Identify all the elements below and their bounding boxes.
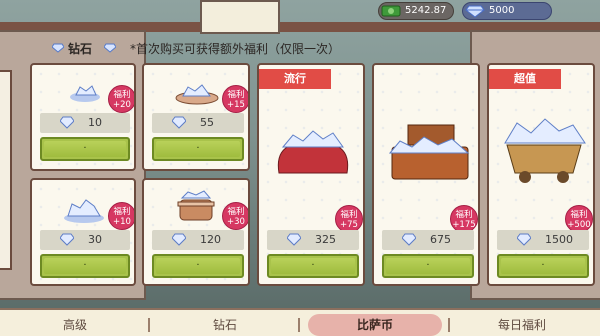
bonus-badge: 福利 +175 xyxy=(450,205,478,233)
tab-premium[interactable]: 高级 xyxy=(20,314,130,336)
bonus-badge: 福利 +30 xyxy=(222,202,248,230)
gem-pack-card[interactable]: 福利 +20 10 · xyxy=(30,63,136,171)
price-value: 10 xyxy=(88,116,102,129)
bonus-amount: +20 xyxy=(113,100,131,110)
popular-ribbon: 流行 xyxy=(259,69,331,89)
diamond-icon xyxy=(465,5,485,18)
diamond-icon xyxy=(52,43,64,53)
section-title: 钻石 xyxy=(68,42,93,56)
bonus-label: 福利 xyxy=(227,207,245,217)
bonus-badge: 福利 +75 xyxy=(335,205,363,233)
gem-pack-card[interactable]: 福利 +10 30 · xyxy=(30,178,136,286)
diamond-icon xyxy=(104,43,116,53)
bonus-badge: 福利 +15 xyxy=(222,85,248,113)
bonus-label: 福利 xyxy=(227,90,245,100)
buy-button-label: · xyxy=(541,260,545,271)
buy-button-label: · xyxy=(196,260,200,271)
shop-tab-bar: 高级 钻石 比萨币 每日福利 xyxy=(0,308,600,336)
tab-diamonds[interactable]: 钻石 xyxy=(170,314,280,336)
gem-pack-card[interactable]: 流行 福利 +75 325 · xyxy=(257,63,365,286)
buy-button[interactable]: · xyxy=(40,137,130,161)
price-value: 55 xyxy=(200,116,214,129)
gem-cluster-icon xyxy=(64,199,104,223)
diamond-icon xyxy=(287,233,301,246)
price-bar: 55 xyxy=(152,113,244,133)
background-window xyxy=(200,0,280,34)
gem-pack-card[interactable]: 福利 +15 55 · xyxy=(142,63,250,171)
first-purchase-note: *首次购买可获得额外福利（仅限一次） xyxy=(130,42,341,56)
price-bar: 1500 xyxy=(497,230,589,250)
bonus-label: 福利 xyxy=(113,207,131,217)
buy-button[interactable]: · xyxy=(497,254,589,278)
price-value: 120 xyxy=(200,233,221,246)
price-value: 30 xyxy=(88,233,102,246)
buy-button-label: · xyxy=(426,260,430,271)
diamond-icon xyxy=(60,233,74,246)
bonus-badge: 福利 +20 xyxy=(108,85,134,113)
diamond-icon xyxy=(402,233,416,246)
section-banner: 钻石 *首次购买可获得额外福利（仅限一次） xyxy=(0,36,600,60)
price-bar: 325 xyxy=(267,230,359,250)
bonus-label: 福利 xyxy=(570,210,588,220)
tab-pizza-coins[interactable]: 比萨币 xyxy=(308,314,442,336)
bonus-label: 福利 xyxy=(340,210,358,220)
gem-mine-cart-icon xyxy=(504,118,586,183)
bonus-amount: +10 xyxy=(113,217,131,227)
buy-button-label: · xyxy=(83,260,87,271)
price-bar: 30 xyxy=(40,230,130,250)
price-bar: 675 xyxy=(382,230,474,250)
bonus-label: 福利 xyxy=(113,90,131,100)
coin-counter: 5242.87 xyxy=(378,2,454,20)
diamond-icon xyxy=(172,116,186,129)
price-bar: 10 xyxy=(40,113,130,133)
gem-amount: 5000 xyxy=(489,5,515,16)
tab-divider xyxy=(298,318,300,332)
best-value-ribbon: 超值 xyxy=(489,69,561,89)
gem-pack-card[interactable]: 福利 +175 675 · xyxy=(372,63,480,286)
coin-amount: 5242.87 xyxy=(405,5,447,16)
price-value: 1500 xyxy=(545,233,573,246)
price-bar: 120 xyxy=(152,230,244,250)
diamond-icon xyxy=(60,116,74,129)
buy-button-label: · xyxy=(311,260,315,271)
buy-button[interactable]: · xyxy=(267,254,359,278)
small-gem-pile-icon xyxy=(70,85,100,102)
diamond-icon xyxy=(172,233,186,246)
buy-button[interactable]: · xyxy=(40,254,130,278)
gem-pack-card[interactable]: 超值 福利 +500 1500 · xyxy=(487,63,595,286)
price-value: 675 xyxy=(430,233,451,246)
cash-icon xyxy=(381,5,401,17)
bonus-amount: +15 xyxy=(227,100,245,110)
price-value: 325 xyxy=(315,233,336,246)
bonus-badge: 福利 +500 xyxy=(565,205,593,233)
tab-divider xyxy=(148,318,150,332)
bonus-amount: +500 xyxy=(567,220,591,230)
gem-sack-icon xyxy=(277,130,349,174)
buy-button[interactable]: · xyxy=(382,254,474,278)
buy-button-label: · xyxy=(196,143,200,154)
gem-suitcase-icon xyxy=(388,124,470,180)
gem-pack-card[interactable]: 福利 +30 120 · xyxy=(142,178,250,286)
bonus-badge: 福利 +10 xyxy=(108,202,134,230)
buy-button-label: · xyxy=(83,143,87,154)
gem-bucket-icon xyxy=(177,190,215,221)
previous-page-card-edge xyxy=(0,70,12,270)
bonus-amount: +175 xyxy=(452,220,476,230)
tab-divider xyxy=(448,318,450,332)
bonus-amount: +75 xyxy=(340,220,358,230)
buy-button[interactable]: · xyxy=(152,137,244,161)
bonus-label: 福利 xyxy=(455,210,473,220)
diamond-icon xyxy=(517,233,531,246)
bonus-amount: +30 xyxy=(227,217,245,227)
gem-plate-icon xyxy=(175,84,219,105)
gem-counter: 5000 xyxy=(462,2,552,20)
tab-daily-rewards[interactable]: 每日福利 xyxy=(462,314,582,336)
buy-button[interactable]: · xyxy=(152,254,244,278)
